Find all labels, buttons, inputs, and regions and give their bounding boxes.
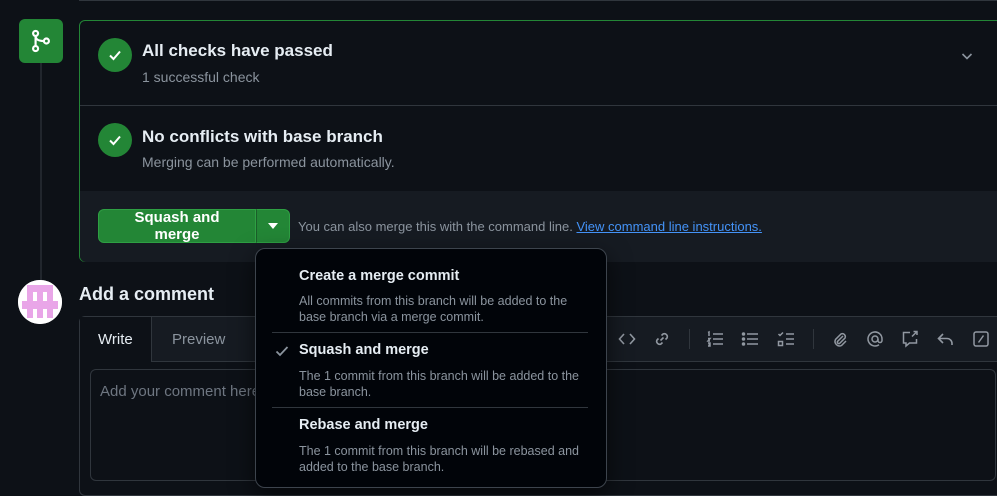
- mention-icon[interactable]: [865, 329, 885, 349]
- merge-status-box: All checks have passed 1 successful chec…: [79, 20, 997, 262]
- check-passed-icon: [98, 38, 132, 72]
- git-merge-icon: [19, 19, 63, 63]
- code-icon[interactable]: [617, 329, 637, 349]
- menu-item-title: Create a merge commit: [299, 268, 460, 284]
- conflicts-title: No conflicts with base branch: [142, 127, 383, 146]
- triangle-down-icon: [268, 223, 278, 229]
- menu-item-title: Rebase and merge: [299, 417, 428, 433]
- merge-options-dropdown-button[interactable]: [256, 209, 290, 243]
- conflicts-section: No conflicts with base branch Merging ca…: [80, 105, 997, 192]
- toolbar-divider: [689, 329, 690, 349]
- tab-preview[interactable]: Preview: [154, 317, 243, 361]
- task-list-icon[interactable]: [776, 329, 796, 349]
- slash-commands-icon[interactable]: [971, 329, 991, 349]
- checkmark-icon: [274, 343, 290, 364]
- checks-subtitle: 1 successful check: [142, 69, 260, 85]
- avatar[interactable]: [18, 280, 62, 324]
- menu-item-description: All commits from this branch will be add…: [299, 294, 568, 324]
- menu-item-title: Squash and merge: [299, 342, 429, 358]
- unordered-list-icon[interactable]: [740, 329, 760, 349]
- checks-section[interactable]: All checks have passed 1 successful chec…: [80, 21, 997, 106]
- chevron-down-icon[interactable]: [960, 49, 974, 68]
- menu-item-rebase-and-merge[interactable]: Rebase and merge The 1 commit from this …: [256, 408, 606, 488]
- reply-icon[interactable]: [935, 329, 955, 349]
- toolbar-divider: [813, 329, 814, 349]
- menu-item-squash-and-merge[interactable]: Squash and merge The 1 commit from this …: [256, 333, 606, 407]
- reference-icon[interactable]: [900, 329, 920, 349]
- squash-and-merge-button[interactable]: Squash and merge: [98, 209, 256, 243]
- ordered-list-icon[interactable]: [705, 329, 725, 349]
- menu-item-description: The 1 commit from this branch will be ad…: [299, 369, 579, 399]
- attach-icon[interactable]: [830, 329, 850, 349]
- conflicts-subtitle: Merging can be performed automatically.: [142, 154, 395, 170]
- cli-instructions-link[interactable]: View command line instructions.: [576, 219, 761, 234]
- check-passed-icon: [98, 123, 132, 157]
- menu-item-description: The 1 commit from this branch will be re…: [299, 444, 579, 474]
- link-icon[interactable]: [652, 329, 672, 349]
- checks-title: All checks have passed: [142, 41, 333, 60]
- merge-split-button: Squash and merge: [98, 209, 290, 243]
- merge-options-menu: Create a merge commit All commits from t…: [255, 248, 607, 488]
- add-comment-title: Add a comment: [79, 284, 215, 304]
- timeline-line: [40, 63, 42, 283]
- cli-hint: You can also merge this with the command…: [298, 219, 762, 234]
- cli-hint-text: You can also merge this with the command…: [298, 219, 573, 234]
- menu-item-create-merge-commit[interactable]: Create a merge commit All commits from t…: [256, 249, 606, 332]
- divider: [79, 0, 997, 1]
- tab-write[interactable]: Write: [80, 317, 152, 362]
